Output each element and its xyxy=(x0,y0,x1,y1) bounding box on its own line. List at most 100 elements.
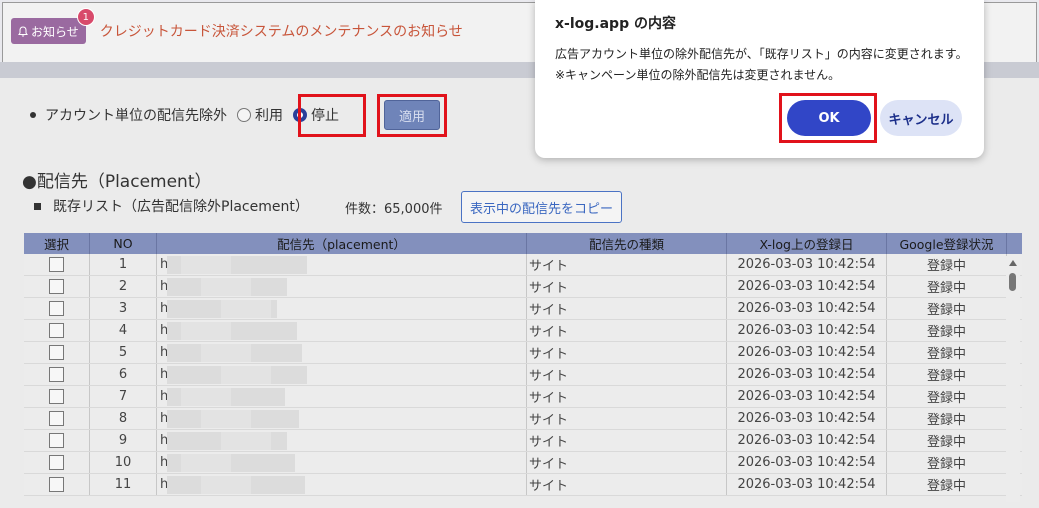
scrollbar-thumb[interactable] xyxy=(1009,273,1016,291)
table-header: 選択 NO 配信先（placement） 配信先の種類 X-log上の登録日 G… xyxy=(24,233,1022,254)
row-checkbox[interactable] xyxy=(49,345,64,360)
table-row[interactable]: 1 h サイト 2026-03-03 10:42:54 登録中 xyxy=(24,254,1022,276)
placement-count: 件数：65,000件 xyxy=(345,202,443,217)
table-body: 1 h サイト 2026-03-03 10:42:54 登録中 2 h サイト 2026-03-… xyxy=(24,254,1022,496)
account-exclusion-label: アカウント単位の配信先除外 xyxy=(45,108,227,124)
header-registered-date: X-log上の登録日 xyxy=(727,233,887,254)
row-status: 登録中 xyxy=(887,386,1007,407)
row-date: 2026-03-03 10:42:54 xyxy=(727,298,887,319)
placement-section-title: ●配信先（Placement） xyxy=(22,172,212,192)
radio-use-option[interactable]: 利用 xyxy=(237,105,283,125)
table-row[interactable]: 5 h サイト 2026-03-03 10:42:54 登録中 xyxy=(24,342,1022,364)
row-placement-cell: h xyxy=(157,276,527,297)
row-checkbox[interactable] xyxy=(49,257,64,272)
row-checkbox[interactable] xyxy=(49,433,64,448)
row-checkbox[interactable] xyxy=(49,455,64,470)
row-status: 登録中 xyxy=(887,364,1007,385)
row-no: 8 xyxy=(90,408,157,429)
row-status: 登録中 xyxy=(887,452,1007,473)
row-placement-cell: h xyxy=(157,298,527,319)
notice-button[interactable]: お知らせ 1 xyxy=(11,8,95,44)
row-placement-cell: h xyxy=(157,254,527,275)
scroll-up-arrow-icon[interactable] xyxy=(1009,260,1017,266)
table-row[interactable]: 8 h サイト 2026-03-03 10:42:54 登録中 xyxy=(24,408,1022,430)
row-no: 3 xyxy=(90,298,157,319)
dialog-title: x-log.app の内容 xyxy=(555,16,676,32)
row-checkbox[interactable] xyxy=(49,367,64,382)
row-placement-cell: h xyxy=(157,408,527,429)
dialog-message: 広告アカウント単位の除外配信先が、「既存リスト」の内容に変更されます。※キャンペ… xyxy=(555,47,968,82)
bullet-dot xyxy=(30,112,36,118)
row-date: 2026-03-03 10:42:54 xyxy=(727,254,887,275)
notice-link[interactable]: クレジットカード決済システムのメンテナンスのお知らせ xyxy=(100,21,463,41)
row-checkbox[interactable] xyxy=(49,411,64,426)
row-date: 2026-03-03 10:42:54 xyxy=(727,320,887,341)
row-status: 登録中 xyxy=(887,298,1007,319)
row-placement-cell: h xyxy=(157,430,527,451)
row-placement-cell: h xyxy=(157,320,527,341)
redacted-block xyxy=(181,322,231,340)
table-row[interactable]: 10 h サイト 2026-03-03 10:42:54 登録中 xyxy=(24,452,1022,474)
row-no: 4 xyxy=(90,320,157,341)
bell-icon xyxy=(18,25,28,37)
row-date: 2026-03-03 10:42:54 xyxy=(727,342,887,363)
row-status: 登録中 xyxy=(887,320,1007,341)
row-no: 9 xyxy=(90,430,157,451)
row-checkbox[interactable] xyxy=(49,323,64,338)
redacted-block xyxy=(181,454,231,472)
row-status: 登録中 xyxy=(887,276,1007,297)
row-status: 登録中 xyxy=(887,430,1007,451)
row-checkbox[interactable] xyxy=(49,279,64,294)
row-date: 2026-03-03 10:42:54 xyxy=(727,364,887,385)
notice-bar: お知らせ 1 クレジットカード決済システムのメンテナンスのお知らせ xyxy=(11,8,463,45)
copy-placements-button[interactable]: 表示中の配信先をコピー xyxy=(461,191,622,223)
table-row[interactable]: 9 h サイト 2026-03-03 10:42:54 登録中 xyxy=(24,430,1022,452)
redacted-block xyxy=(221,300,271,318)
highlight-ok-button xyxy=(779,93,877,143)
row-type: サイト xyxy=(527,276,727,297)
row-checkbox[interactable] xyxy=(49,477,64,492)
table-row[interactable]: 11 h サイト 2026-03-03 10:42:54 登録中 xyxy=(24,474,1022,496)
placement-table: 選択 NO 配信先（placement） 配信先の種類 X-log上の登録日 G… xyxy=(24,233,1022,496)
redacted-block xyxy=(201,278,251,296)
cancel-button[interactable]: キャンセル xyxy=(880,100,962,136)
table-row[interactable]: 3 h サイト 2026-03-03 10:42:54 登録中 xyxy=(24,298,1022,320)
row-checkbox[interactable] xyxy=(49,389,64,404)
row-type: サイト xyxy=(527,386,727,407)
row-placement-cell: h xyxy=(157,364,527,385)
row-type: サイト xyxy=(527,342,727,363)
row-select-cell xyxy=(24,408,90,429)
header-google-status: Google登録状況 xyxy=(887,233,1007,254)
radio-use-label: 利用 xyxy=(255,108,283,124)
row-checkbox[interactable] xyxy=(49,301,64,316)
table-row[interactable]: 7 h サイト 2026-03-03 10:42:54 登録中 xyxy=(24,386,1022,408)
radio-use[interactable] xyxy=(237,108,251,122)
bullet-square xyxy=(34,202,41,210)
row-date: 2026-03-03 10:42:54 xyxy=(727,408,887,429)
row-select-cell xyxy=(24,364,90,385)
table-row[interactable]: 2 h サイト 2026-03-03 10:42:54 登録中 xyxy=(24,276,1022,298)
row-select-cell xyxy=(24,342,90,363)
row-no: 6 xyxy=(90,364,157,385)
row-placement-cell: h xyxy=(157,386,527,407)
row-select-cell xyxy=(24,430,90,451)
row-select-cell xyxy=(24,474,90,495)
row-type: サイト xyxy=(527,474,727,495)
row-date: 2026-03-03 10:42:54 xyxy=(727,386,887,407)
row-type: サイト xyxy=(527,254,727,275)
row-no: 5 xyxy=(90,342,157,363)
highlight-stop-radio xyxy=(298,94,366,137)
row-date: 2026-03-03 10:42:54 xyxy=(727,474,887,495)
table-scrollbar[interactable] xyxy=(1006,256,1020,502)
row-no: 1 xyxy=(90,254,157,275)
row-select-cell xyxy=(24,320,90,341)
header-type: 配信先の種類 xyxy=(527,233,727,254)
table-row[interactable]: 6 h サイト 2026-03-03 10:42:54 登録中 xyxy=(24,364,1022,386)
table-row[interactable]: 4 h サイト 2026-03-03 10:42:54 登録中 xyxy=(24,320,1022,342)
highlight-apply-button xyxy=(377,94,447,137)
row-type: サイト xyxy=(527,452,727,473)
row-select-cell xyxy=(24,452,90,473)
row-no: 7 xyxy=(90,386,157,407)
redacted-block xyxy=(201,344,251,362)
redacted-block xyxy=(221,366,271,384)
